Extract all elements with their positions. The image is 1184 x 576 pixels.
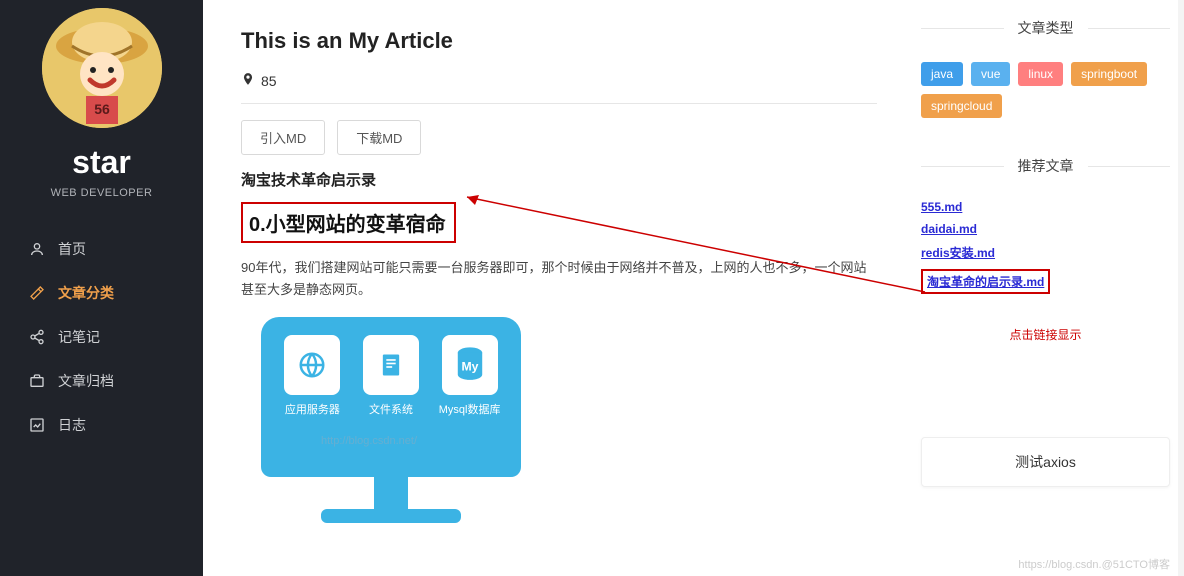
import-md-button[interactable]: 引入MD xyxy=(241,120,325,155)
tag-linux[interactable]: linux xyxy=(1018,62,1063,86)
sidebar-item-label: 文章归档 xyxy=(58,371,114,391)
rec-link[interactable]: redis安装.md xyxy=(921,244,1170,261)
section-heading-box: 0.小型网站的变革宿命 xyxy=(241,202,456,243)
sidebar: 56 star WEB DEVELOPER 首页 文章分类 记笔记 文章归档 日… xyxy=(0,0,203,576)
svg-text:My: My xyxy=(461,360,478,374)
article-subhead: 淘宝技术革命启示录 xyxy=(241,169,877,190)
sidebar-item-home[interactable]: 首页 xyxy=(0,227,203,271)
tag-springboot[interactable]: springboot xyxy=(1071,62,1147,86)
sidebar-item-label: 首页 xyxy=(58,239,86,259)
article-meta: 85 xyxy=(241,72,877,104)
annotation-note: 点击链接显示 xyxy=(921,326,1170,343)
tag-list: java vue linux springboot springcloud xyxy=(921,62,1170,118)
avatar: 56 xyxy=(42,8,162,128)
rec-link[interactable]: 淘宝革命的启示录.md xyxy=(927,273,1044,290)
tag-vue[interactable]: vue xyxy=(971,62,1010,86)
right-column: 文章类型 java vue linux springboot springclo… xyxy=(899,0,1184,576)
sidebar-item-log[interactable]: 日志 xyxy=(0,403,203,447)
rec-link[interactable]: 555.md xyxy=(921,200,1170,214)
sidebar-item-category[interactable]: 文章分类 xyxy=(0,271,203,315)
rec-link-highlighted: 淘宝革命的启示录.md xyxy=(921,269,1050,294)
article-title: This is an My Article xyxy=(241,28,877,54)
view-count: 85 xyxy=(261,73,277,89)
edit-icon xyxy=(28,284,46,302)
sidebar-item-notes[interactable]: 记笔记 xyxy=(0,315,203,359)
tag-java[interactable]: java xyxy=(921,62,963,86)
section-article-type: 文章类型 xyxy=(921,8,1170,48)
sidebar-name: star xyxy=(72,144,131,181)
sidebar-item-label: 文章分类 xyxy=(58,283,114,303)
button-row: 引入MD 下载MD xyxy=(241,120,877,155)
chart-icon xyxy=(28,416,46,434)
section-heading: 0.小型网站的变革宿命 xyxy=(249,208,448,237)
sidebar-item-label: 日志 xyxy=(58,415,86,435)
article-paragraph: 90年代，我们搭建网站可能只需要一台服务器即可，那个时候由于网络并不普及，上网的… xyxy=(241,257,871,301)
globe-icon xyxy=(284,335,340,395)
download-md-button[interactable]: 下载MD xyxy=(337,120,421,155)
doc-icon xyxy=(363,335,419,395)
main-content: This is an My Article 85 引入MD 下载MD 淘宝技术革… xyxy=(203,0,899,576)
scrollbar[interactable] xyxy=(1178,0,1184,576)
db-icon: My xyxy=(442,335,498,395)
server-illustration: 应用服务器 文件系统 MyMysql数据库 http://blog.csdn.n… xyxy=(261,317,521,537)
rec-link[interactable]: daidai.md xyxy=(921,222,1170,236)
svg-text:56: 56 xyxy=(94,101,110,117)
share-icon xyxy=(28,328,46,346)
location-icon xyxy=(241,72,255,89)
recommend-list: 555.md daidai.md redis安装.md 淘宝革命的启示录.md xyxy=(921,200,1170,294)
axios-test-card[interactable]: 测试axios xyxy=(921,437,1170,487)
sidebar-nav: 首页 文章分类 记笔记 文章归档 日志 xyxy=(0,227,203,447)
watermark-csdn: http://blog.csdn.net/ xyxy=(321,435,417,447)
tag-springcloud[interactable]: springcloud xyxy=(921,94,1002,118)
sidebar-item-archive[interactable]: 文章归档 xyxy=(0,359,203,403)
page-watermark: https://blog.csdn.@51CTO博客 xyxy=(1018,556,1170,572)
sidebar-item-label: 记笔记 xyxy=(58,327,100,347)
section-recommend: 推荐文章 xyxy=(921,146,1170,186)
user-icon xyxy=(28,240,46,258)
sidebar-role: WEB DEVELOPER xyxy=(51,187,153,199)
briefcase-icon xyxy=(28,372,46,390)
